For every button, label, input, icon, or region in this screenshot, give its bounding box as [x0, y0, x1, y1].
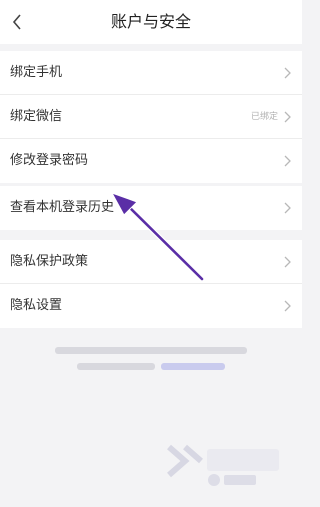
- blurred-text-line: [55, 347, 247, 354]
- item-label: 隐私设置: [10, 298, 63, 313]
- blurred-link-line: [161, 363, 225, 370]
- watermark-sub: [206, 470, 258, 494]
- item-label: 查看本机登录历史: [10, 200, 115, 215]
- blurred-text-line: [77, 363, 155, 370]
- chevron-right-icon: [284, 155, 291, 167]
- chevron-right-icon: [284, 111, 291, 123]
- privacy-settings-item[interactable]: 隐私设置: [0, 284, 302, 328]
- item-label: 修改登录密码: [10, 153, 89, 168]
- chevron-right-icon: [284, 300, 291, 312]
- change-password-item[interactable]: 修改登录密码: [0, 139, 302, 183]
- chevron-right-icon: [284, 202, 291, 214]
- chevron-right-icon: [284, 256, 291, 268]
- account-group: 绑定手机 绑定微信 已绑定 修改登录密码: [0, 51, 302, 183]
- bound-status: 已绑定: [250, 112, 278, 122]
- blurred-footer-text: [55, 345, 255, 373]
- item-label: 绑定微信: [10, 109, 63, 124]
- login-history-item[interactable]: 查看本机登录历史: [0, 186, 302, 230]
- bind-wechat-item[interactable]: 绑定微信 已绑定: [0, 95, 302, 139]
- privacy-policy-item[interactable]: 隐私保护政策: [0, 240, 302, 284]
- watermark-sub-mark: [208, 474, 256, 486]
- bind-phone-item[interactable]: 绑定手机: [0, 51, 302, 95]
- header: 账户与安全: [0, 0, 302, 44]
- page-title: 账户与安全: [110, 12, 191, 31]
- item-label: 绑定手机: [10, 65, 63, 80]
- login-history-group: 查看本机登录历史: [0, 186, 302, 230]
- privacy-group: 隐私保护政策 隐私设置: [0, 240, 302, 328]
- chevron-right-icon: [284, 67, 291, 79]
- item-label: 隐私保护政策: [10, 254, 89, 269]
